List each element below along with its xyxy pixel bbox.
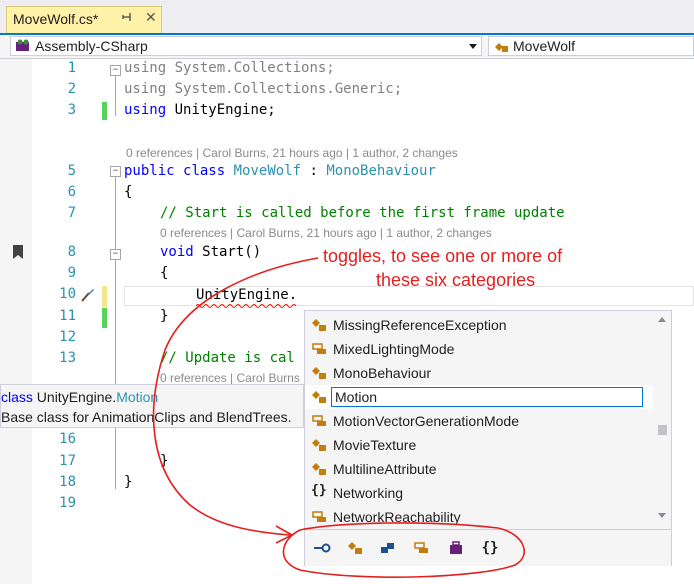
annotation-arrow: [152, 257, 525, 578]
